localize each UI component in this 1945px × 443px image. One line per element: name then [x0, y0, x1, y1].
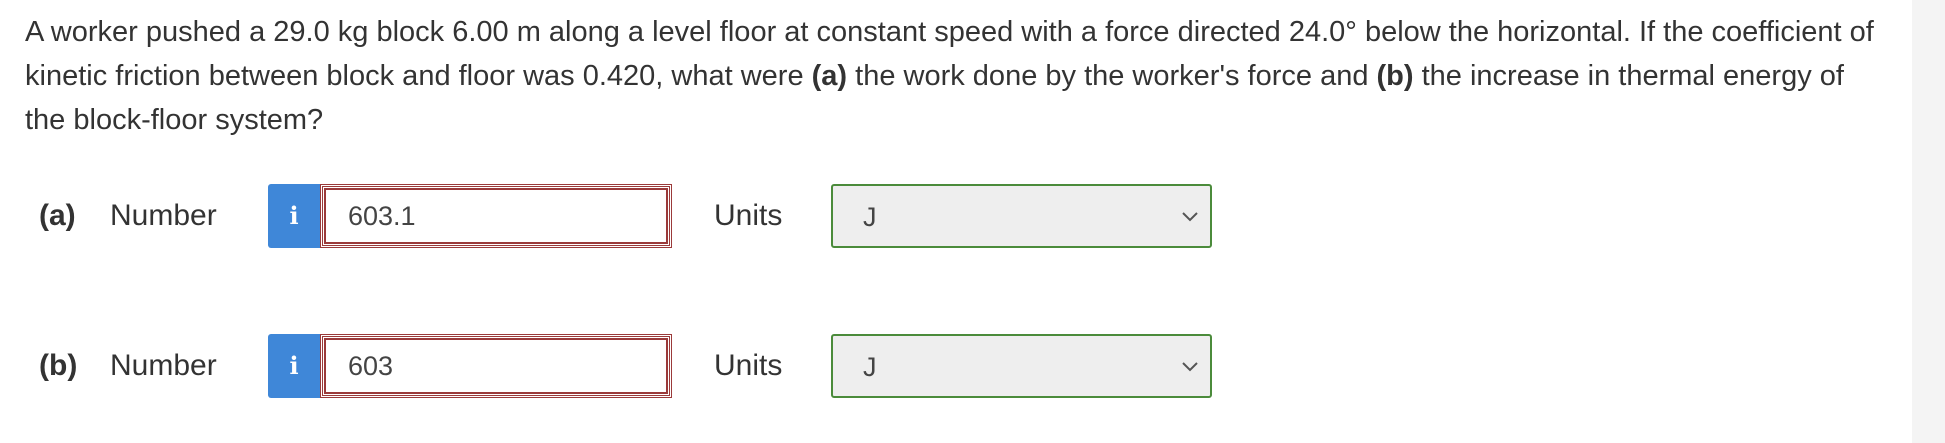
part-label-b: (b)	[39, 349, 78, 382]
units-label-b: Units	[714, 349, 783, 382]
question-bold-a: (a)	[811, 60, 848, 92]
right-scroll-strip	[1912, 0, 1945, 443]
question-bold-b: (b)	[1376, 60, 1414, 92]
info-icon: i	[289, 201, 299, 230]
question-text: A worker pushed a 29.0 kg block 6.00 m a…	[25, 10, 1885, 142]
units-select-b[interactable]: J	[831, 334, 1212, 398]
chevron-down-icon	[1182, 362, 1198, 372]
part-label-a: (a)	[39, 199, 76, 232]
page: A worker pushed a 29.0 kg block 6.00 m a…	[0, 0, 1945, 443]
units-label-a: Units	[714, 199, 783, 232]
units-select-value-b: J	[863, 352, 877, 382]
units-select-value-a: J	[863, 202, 877, 232]
number-input-a[interactable]	[320, 184, 672, 248]
number-label-a: Number	[110, 199, 217, 232]
info-button-a[interactable]: i	[268, 184, 320, 248]
number-label-b: Number	[110, 349, 217, 382]
chevron-down-icon	[1182, 212, 1198, 222]
number-input-b[interactable]	[320, 334, 672, 398]
info-icon: i	[289, 351, 299, 380]
question-text-part-2: the work done by the worker's force and	[847, 60, 1377, 92]
units-select-a[interactable]: J	[831, 184, 1212, 248]
info-button-b[interactable]: i	[268, 334, 320, 398]
